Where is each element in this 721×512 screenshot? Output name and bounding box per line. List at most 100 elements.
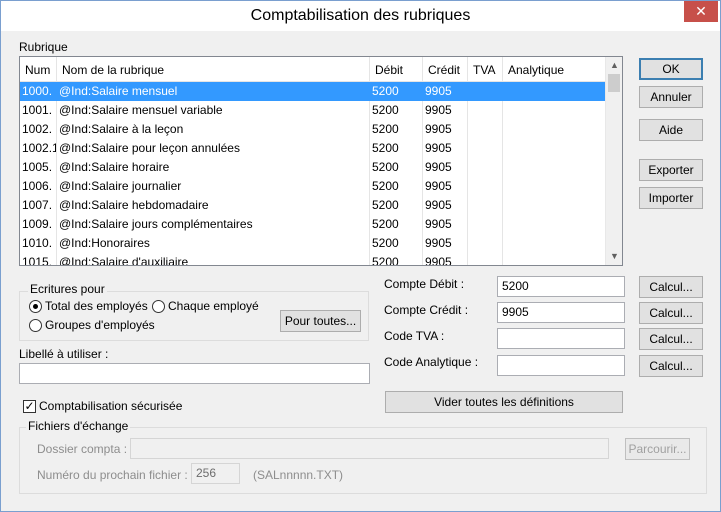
cell-num: 1006. bbox=[22, 179, 53, 193]
code-analytique-input[interactable] bbox=[497, 355, 625, 376]
radio-groupes-employes-label[interactable]: Groupes d'employés bbox=[45, 318, 155, 332]
cell-analytique bbox=[503, 101, 603, 120]
numero-label: Numéro du prochain fichier : bbox=[37, 468, 188, 482]
code-tva-label: Code TVA : bbox=[384, 329, 445, 343]
importer-button[interactable]: Importer bbox=[639, 187, 703, 209]
aide-button[interactable]: Aide bbox=[639, 119, 703, 141]
vertical-scrollbar[interactable]: ▲ ▼ bbox=[605, 57, 622, 265]
close-icon: ✕ bbox=[695, 3, 707, 19]
cell-nom: @Ind:Salaire journalier bbox=[59, 179, 182, 193]
cell-num: 1010. bbox=[22, 236, 53, 250]
column-header-analytique[interactable]: Analytique bbox=[503, 57, 605, 82]
window-title: Comptabilisation des rubriques bbox=[250, 7, 471, 24]
compte-debit-input[interactable]: 5200 bbox=[497, 276, 625, 297]
annuler-button[interactable]: Annuler bbox=[639, 86, 703, 108]
securisee-checkbox[interactable]: ✓ bbox=[23, 400, 36, 413]
numero-input[interactable]: 256 bbox=[191, 463, 240, 484]
parcourir-button[interactable]: Parcourir... bbox=[625, 438, 690, 460]
cell-analytique bbox=[503, 82, 603, 101]
checkmark-icon: ✓ bbox=[24, 399, 35, 413]
code-tva-input[interactable] bbox=[497, 328, 625, 349]
table-row[interactable]: 1002. @Ind:Salaire à la leçon 5200 9905 bbox=[20, 120, 605, 139]
radio-total-employes-label[interactable]: Total des employés bbox=[45, 299, 148, 313]
cell-analytique bbox=[503, 196, 603, 215]
table-header: Num Nom de la rubrique Débit Crédit TVA … bbox=[20, 57, 605, 82]
radio-groupes-employes[interactable] bbox=[29, 319, 42, 332]
calcul-credit-button[interactable]: Calcul... bbox=[639, 302, 703, 324]
cell-nom: @Ind:Salaire pour leçon annulées bbox=[59, 141, 240, 155]
radio-total-employes[interactable] bbox=[29, 300, 42, 313]
cell-tva bbox=[468, 120, 502, 139]
cell-debit: 5200 bbox=[372, 217, 399, 231]
cell-nom: @Ind:Salaire hebdomadaire bbox=[59, 198, 209, 212]
radio-chaque-employe-label[interactable]: Chaque employé bbox=[168, 299, 259, 313]
cell-credit: 9905 bbox=[425, 122, 452, 136]
fichiers-title: Fichiers d'échange bbox=[26, 419, 131, 433]
calcul-debit-button[interactable]: Calcul... bbox=[639, 276, 703, 298]
column-header-nom[interactable]: Nom de la rubrique bbox=[57, 57, 370, 82]
cell-debit: 5200 bbox=[372, 236, 399, 250]
cell-tva bbox=[468, 177, 502, 196]
table-row[interactable]: 1010. @Ind:Honoraires 5200 9905 bbox=[20, 234, 605, 253]
cell-tva bbox=[468, 101, 502, 120]
cell-tva bbox=[468, 196, 502, 215]
table-row[interactable]: 1006. @Ind:Salaire journalier 5200 9905 bbox=[20, 177, 605, 196]
cell-credit: 9905 bbox=[425, 198, 452, 212]
table-row[interactable]: 1009. @Ind:Salaire jours complémentaires… bbox=[20, 215, 605, 234]
libelle-input[interactable] bbox=[19, 363, 370, 384]
dossier-input[interactable] bbox=[130, 438, 609, 459]
scroll-thumb[interactable] bbox=[608, 74, 620, 92]
cell-debit: 5200 bbox=[372, 255, 399, 266]
cell-credit: 9905 bbox=[425, 160, 452, 174]
cell-debit: 5200 bbox=[372, 198, 399, 212]
vider-definitions-button[interactable]: Vider toutes les définitions bbox=[385, 391, 623, 413]
column-header-credit[interactable]: Crédit bbox=[423, 57, 468, 82]
cell-analytique bbox=[503, 253, 603, 265]
calcul-analytique-button[interactable]: Calcul... bbox=[639, 355, 703, 377]
filename-pattern: (SALnnnnn.TXT) bbox=[253, 468, 344, 482]
pour-toutes-button[interactable]: Pour toutes... bbox=[280, 310, 361, 332]
cell-num: 1009. bbox=[22, 217, 53, 231]
radio-chaque-employe[interactable] bbox=[152, 300, 165, 313]
cell-num: 1007. bbox=[22, 198, 53, 212]
column-header-debit[interactable]: Débit bbox=[370, 57, 423, 82]
cell-debit: 5200 bbox=[372, 179, 399, 193]
libelle-label: Libellé à utiliser : bbox=[19, 347, 109, 361]
table-row[interactable]: 1000. @Ind:Salaire mensuel 5200 9905 bbox=[20, 82, 605, 101]
scroll-up-icon[interactable]: ▲ bbox=[606, 57, 622, 74]
compte-credit-input[interactable]: 9905 bbox=[497, 302, 625, 323]
cell-credit: 9905 bbox=[425, 217, 452, 231]
cell-num: 1002. bbox=[22, 122, 53, 136]
cell-debit: 5200 bbox=[372, 103, 399, 117]
cell-tva bbox=[468, 234, 502, 253]
table-row[interactable]: 1015. @Ind:Salaire d'auxiliaire 5200 990… bbox=[20, 253, 605, 266]
cell-num: 1005. bbox=[22, 160, 53, 174]
column-header-tva[interactable]: TVA bbox=[468, 57, 503, 82]
cell-num: 1002.1 bbox=[22, 141, 56, 155]
table-row[interactable]: 1007. @Ind:Salaire hebdomadaire 5200 990… bbox=[20, 196, 605, 215]
cell-analytique bbox=[503, 234, 603, 253]
table-row[interactable]: 1002.1 @Ind:Salaire pour leçon annulées … bbox=[20, 139, 605, 158]
cell-num: 1015. bbox=[22, 255, 53, 266]
cell-credit: 9905 bbox=[425, 84, 452, 98]
calcul-tva-button[interactable]: Calcul... bbox=[639, 328, 703, 350]
cell-num: 1001. bbox=[22, 103, 53, 117]
cell-analytique bbox=[503, 215, 603, 234]
rubriques-table[interactable]: Num Nom de la rubrique Débit Crédit TVA … bbox=[19, 56, 623, 266]
compte-debit-label: Compte Débit : bbox=[384, 277, 465, 291]
cell-credit: 9905 bbox=[425, 236, 452, 250]
securisee-label[interactable]: Comptabilisation sécurisée bbox=[39, 399, 182, 413]
cell-analytique bbox=[503, 139, 603, 158]
ok-button[interactable]: OK bbox=[639, 58, 703, 80]
cell-nom: @Ind:Salaire horaire bbox=[59, 160, 170, 174]
table-row[interactable]: 1005. @Ind:Salaire horaire 5200 9905 bbox=[20, 158, 605, 177]
cell-credit: 9905 bbox=[425, 255, 452, 266]
compte-credit-label: Compte Crédit : bbox=[384, 303, 469, 317]
title-bar: Comptabilisation des rubriques ✕ bbox=[1, 1, 720, 31]
table-row[interactable]: 1001. @Ind:Salaire mensuel variable 5200… bbox=[20, 101, 605, 120]
column-header-num[interactable]: Num bbox=[20, 57, 57, 82]
close-button[interactable]: ✕ bbox=[684, 1, 718, 22]
code-analytique-label: Code Analytique : bbox=[384, 355, 479, 369]
exporter-button[interactable]: Exporter bbox=[639, 159, 703, 181]
scroll-down-icon[interactable]: ▼ bbox=[606, 248, 622, 265]
